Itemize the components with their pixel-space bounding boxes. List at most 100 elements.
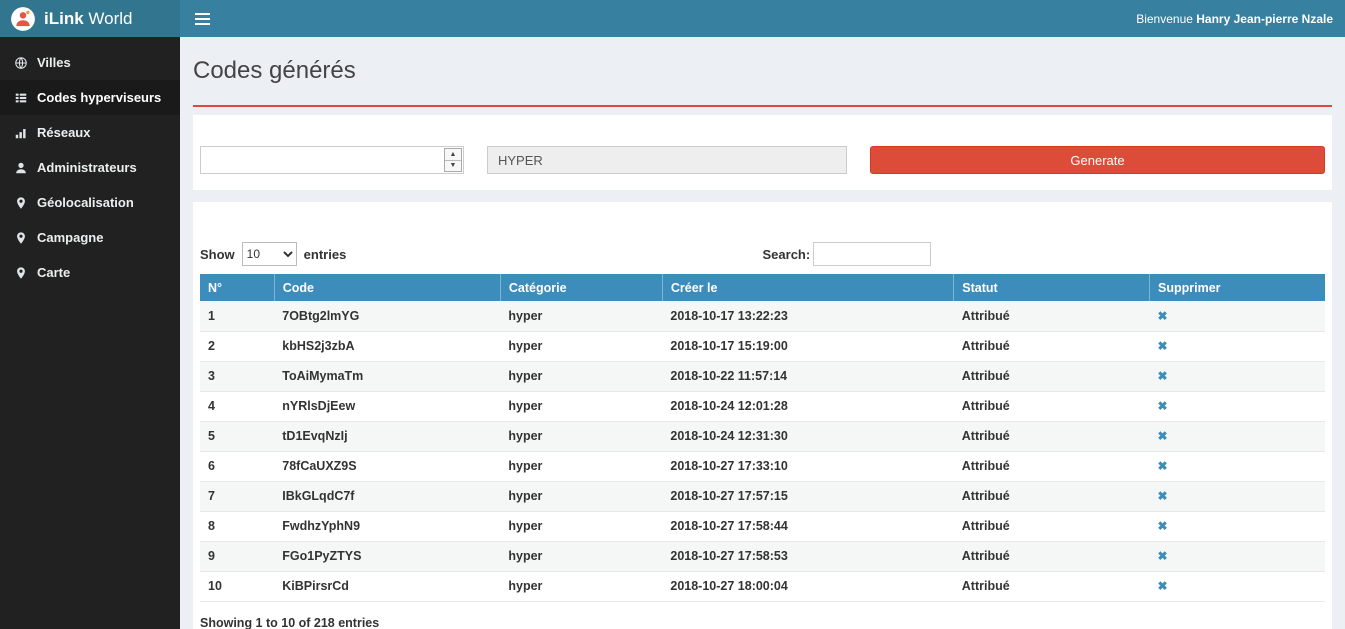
table-row: 4nYRlsDjEewhyper2018-10-24 12:01:28Attri… [200,391,1325,421]
delete-icon[interactable]: ✖ [1158,459,1168,473]
cell-status: Attribué [954,391,1150,421]
cell-supprimer: ✖ [1150,571,1326,601]
stepper-buttons[interactable]: ▲ ▼ [444,148,462,172]
cell-code: 78fCaUXZ9S [274,451,500,481]
brand-title-light: World [88,9,132,28]
column-header-statut[interactable]: Statut [954,274,1150,301]
sidebar-item-administrateurs[interactable]: Administrateurs [0,150,180,185]
cell-code: FGo1PyZTYS [274,541,500,571]
delete-icon[interactable]: ✖ [1158,489,1168,503]
list-icon [14,91,28,105]
sidebar-item-label: Carte [37,265,70,280]
brand[interactable]: iLink World [0,0,180,37]
cell-status: Attribué [954,481,1150,511]
stepper-down-icon[interactable]: ▼ [445,161,461,172]
generate-button[interactable]: Generate [870,146,1325,174]
cell-code: ToAiMymaTm [274,361,500,391]
page-length-select[interactable]: 10 [242,242,297,266]
show-label: Show [200,247,235,262]
quantity-input[interactable] [201,147,443,173]
main-content: Codes générés ▲ ▼ Generate Show 10 entri… [180,37,1345,629]
table-info: Showing 1 to 10 of 218 entries [200,616,1325,629]
cell-status: Attribué [954,451,1150,481]
cell-n: 7 [200,481,274,511]
app-logo-icon [10,6,36,32]
cell-category: hyper [500,331,662,361]
sidebar-item-label: Campagne [37,230,103,245]
sidebar-item-codes-hyperviseurs[interactable]: Codes hyperviseurs [0,80,180,115]
table-row: 10KiBPirsrCdhyper2018-10-27 18:00:04Attr… [200,571,1325,601]
map-pin-icon [14,196,28,210]
quantity-stepper[interactable]: ▲ ▼ [200,146,464,174]
cell-supprimer: ✖ [1150,511,1326,541]
cell-supprimer: ✖ [1150,541,1326,571]
table-row: 2kbHS2j3zbAhyper2018-10-17 15:19:00Attri… [200,331,1325,361]
sidebar-item-label: Villes [37,55,71,70]
signal-bars-icon [14,126,28,140]
table-header-row: N° Code Catégorie Créer le Statut Suppri… [200,274,1325,301]
sidebar-item-geolocalisation[interactable]: Géolocalisation [0,185,180,220]
table-row: 17OBtg2lmYGhyper2018-10-17 13:22:23Attri… [200,301,1325,331]
cell-n: 6 [200,451,274,481]
delete-icon[interactable]: ✖ [1158,369,1168,383]
column-header-code[interactable]: Code [274,274,500,301]
search-label: Search: [763,247,811,262]
sidebar-item-label: Réseaux [37,125,90,140]
sidebar-item-campagne[interactable]: Campagne [0,220,180,255]
welcome-prefix: Bienvenue [1136,12,1193,26]
table-row: 8FwdhzYphN9hyper2018-10-27 17:58:44Attri… [200,511,1325,541]
sidebar: Villes Codes hyperviseurs Réseaux Admini… [0,37,180,629]
cell-code: IBkGLqdC7f [274,481,500,511]
cell-n: 3 [200,361,274,391]
search-input[interactable] [813,242,931,266]
delete-icon[interactable]: ✖ [1158,519,1168,533]
delete-icon[interactable]: ✖ [1158,549,1168,563]
cell-category: hyper [500,511,662,541]
stepper-up-icon[interactable]: ▲ [445,149,461,161]
delete-icon[interactable]: ✖ [1158,309,1168,323]
delete-icon[interactable]: ✖ [1158,429,1168,443]
delete-icon[interactable]: ✖ [1158,339,1168,353]
cell-supprimer: ✖ [1150,301,1326,331]
cell-status: Attribué [954,511,1150,541]
map-pin-icon [14,231,28,245]
cell-status: Attribué [954,541,1150,571]
cell-supprimer: ✖ [1150,331,1326,361]
column-header-categorie[interactable]: Catégorie [500,274,662,301]
delete-icon[interactable]: ✖ [1158,399,1168,413]
title-divider [193,105,1332,107]
category-field [487,146,847,174]
sidebar-item-villes[interactable]: Villes [0,45,180,80]
delete-icon[interactable]: ✖ [1158,579,1168,593]
sidebar-item-carte[interactable]: Carte [0,255,180,290]
globe-icon [14,56,28,70]
sidebar-toggle-icon[interactable] [180,0,224,37]
page-title: Codes générés [193,49,1332,105]
user-name[interactable]: Hanry Jean-pierre Nzale [1196,12,1333,26]
cell-supprimer: ✖ [1150,361,1326,391]
app-window: iLink World Bienvenue Hanry Jean-pierre … [0,0,1345,629]
map-pin-icon [14,266,28,280]
cell-category: hyper [500,391,662,421]
sidebar-item-reseaux[interactable]: Réseaux [0,115,180,150]
column-header-n[interactable]: N° [200,274,274,301]
cell-n: 4 [200,391,274,421]
table-row: 5tD1EvqNzIjhyper2018-10-24 12:31:30Attri… [200,421,1325,451]
cell-status: Attribué [954,421,1150,451]
column-header-creer-le[interactable]: Créer le [662,274,953,301]
cell-created: 2018-10-17 13:22:23 [662,301,953,331]
cell-category: hyper [500,541,662,571]
cell-code: FwdhzYphN9 [274,511,500,541]
column-header-supprimer[interactable]: Supprimer [1150,274,1326,301]
cell-status: Attribué [954,301,1150,331]
cell-supprimer: ✖ [1150,421,1326,451]
cell-category: hyper [500,301,662,331]
brand-title: iLink World [44,9,133,29]
cell-supprimer: ✖ [1150,481,1326,511]
brand-title-bold: iLink [44,9,84,28]
cell-created: 2018-10-27 17:33:10 [662,451,953,481]
cell-category: hyper [500,451,662,481]
cell-n: 10 [200,571,274,601]
table-controls: Show 10 entries Search: [200,242,1325,266]
table-row: 7IBkGLqdC7fhyper2018-10-27 17:57:15Attri… [200,481,1325,511]
